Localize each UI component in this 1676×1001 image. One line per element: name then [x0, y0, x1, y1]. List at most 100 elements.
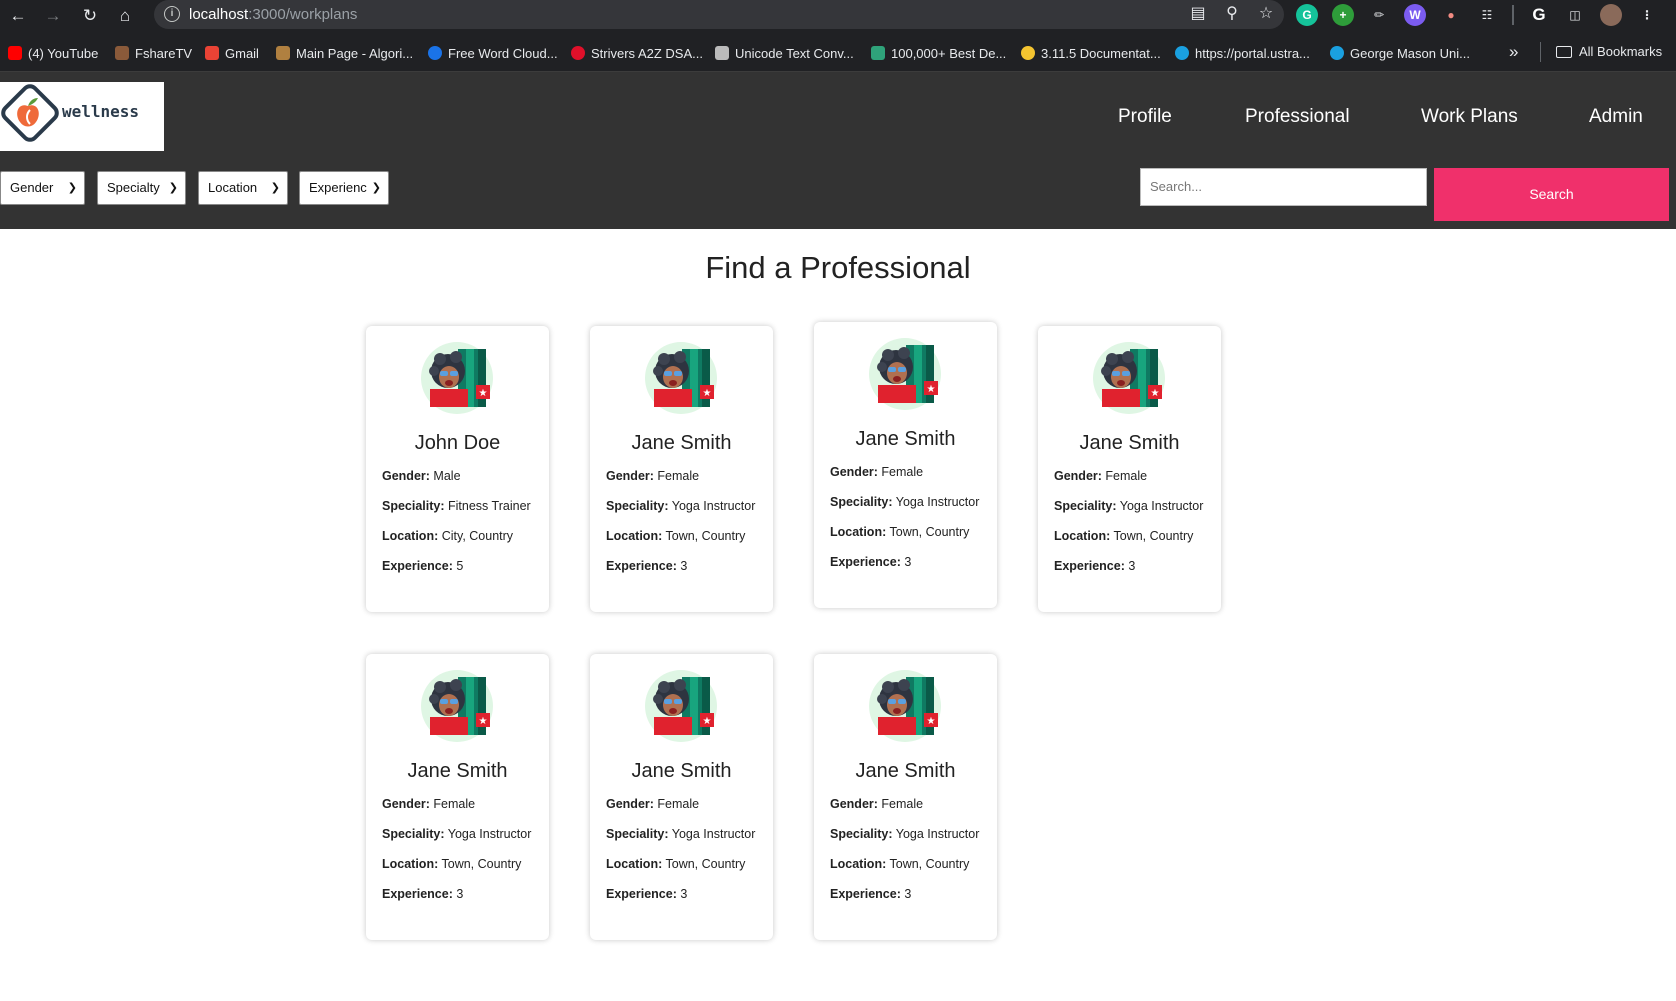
- avatar: ★: [420, 669, 494, 743]
- experience-row: Experience: 5: [382, 559, 463, 573]
- bookmark-george-mason[interactable]: George Mason Uni...: [1330, 44, 1470, 62]
- professional-name: Jane Smith: [631, 432, 732, 454]
- specialty-filter-value: Specialty: [107, 180, 160, 195]
- professional-card[interactable]: ★ Jane Smith Gender: Female Speciality: …: [590, 326, 773, 612]
- experience-filter-select[interactable]: Experienc ❯: [299, 171, 389, 205]
- pen-extension-icon[interactable]: ✏: [1368, 4, 1390, 26]
- avatar: ★: [420, 341, 494, 415]
- gender-label: Gender:: [830, 797, 878, 811]
- location-row: Location: Town, Country: [830, 525, 969, 539]
- svg-text:★: ★: [479, 388, 488, 399]
- zoom-icon[interactable]: ⚲: [1222, 4, 1242, 24]
- speciality-row: Speciality: Yoga Instructor: [830, 495, 979, 509]
- bookmark-best-designs[interactable]: 100,000+ Best De...: [871, 44, 1006, 62]
- nav-professional[interactable]: Professional: [1245, 106, 1350, 128]
- specialty-filter-select[interactable]: Specialty ❯: [97, 171, 186, 205]
- bookmark-python-docs[interactable]: 3.11.5 Documentat...: [1021, 44, 1161, 62]
- capsule-extension-icon[interactable]: ●: [1440, 4, 1462, 26]
- avatar: ★: [644, 669, 718, 743]
- grammarly-extension-icon[interactable]: G: [1296, 4, 1318, 26]
- speciality-label: Speciality:: [1054, 499, 1117, 513]
- salesforce-cloud-icon: [1330, 46, 1344, 60]
- extensions-puzzle-icon[interactable]: ☷: [1476, 4, 1498, 26]
- gender-row: Gender: Female: [606, 797, 699, 811]
- search-input[interactable]: Search...: [1140, 168, 1427, 206]
- svg-text:★: ★: [927, 384, 936, 395]
- gmail-icon: [205, 46, 219, 60]
- strivers-icon: [571, 46, 585, 60]
- speciality-label: Speciality:: [606, 499, 669, 513]
- professional-card[interactable]: ★ Jane Smith Gender: Female Speciality: …: [814, 322, 997, 608]
- gender-row: Gender: Female: [830, 797, 923, 811]
- location-row: Location: Town, Country: [830, 857, 969, 871]
- more-bookmarks-icon[interactable]: »: [1509, 42, 1518, 62]
- professional-card[interactable]: ★ Jane Smith Gender: Female Speciality: …: [366, 654, 549, 940]
- speciality-row: Speciality: Yoga Instructor: [606, 499, 755, 513]
- plus-extension-icon[interactable]: +: [1332, 4, 1354, 26]
- professional-name: Jane Smith: [407, 760, 508, 782]
- gender-row: Gender: Male: [382, 469, 461, 483]
- gender-label: Gender:: [1054, 469, 1102, 483]
- bookmark-star-icon[interactable]: ☆: [1256, 4, 1276, 24]
- experience-row: Experience: 3: [830, 555, 911, 569]
- professional-card[interactable]: ★ Jane Smith Gender: Female Speciality: …: [590, 654, 773, 940]
- back-icon[interactable]: ←: [6, 4, 30, 28]
- nav-admin[interactable]: Admin: [1589, 106, 1643, 128]
- forward-icon[interactable]: →: [41, 4, 65, 28]
- professional-card[interactable]: ★ John Doe Gender: Male Speciality: Fitn…: [366, 326, 549, 612]
- gender-filter-select[interactable]: Gender ❯: [0, 171, 85, 205]
- nav-work-plans[interactable]: Work Plans: [1421, 106, 1518, 128]
- bookmark-unicode[interactable]: Unicode Text Conv...: [715, 44, 854, 62]
- address-bar[interactable]: i localhost:3000/workplans ▤ ⚲ ☆: [154, 0, 1284, 29]
- location-label: Location:: [830, 525, 887, 539]
- youtube-icon: [8, 46, 22, 60]
- logo[interactable]: wellness: [0, 82, 164, 151]
- bookmark-portal[interactable]: https://portal.ustra...: [1175, 44, 1310, 62]
- location-label: Location:: [606, 529, 663, 543]
- experience-label: Experience:: [606, 559, 677, 573]
- bookmark-youtube[interactable]: (4) YouTube: [8, 44, 98, 62]
- speciality-row: Speciality: Fitness Trainer: [382, 499, 531, 513]
- speciality-label: Speciality:: [830, 827, 893, 841]
- bookmark-algorithms[interactable]: Main Page - Algori...: [276, 44, 413, 62]
- home-icon[interactable]: ⌂: [113, 4, 137, 28]
- bookmark-word-cloud[interactable]: Free Word Cloud...: [428, 44, 558, 62]
- speciality-label: Speciality:: [606, 827, 669, 841]
- menu-kebab-icon[interactable]: ⋮: [1636, 4, 1658, 26]
- bookmark-fsharetv[interactable]: FshareTV: [115, 44, 192, 62]
- google-icon[interactable]: G: [1528, 4, 1550, 26]
- bookmark-label: FshareTV: [135, 45, 193, 61]
- install-app-icon[interactable]: ▤: [1188, 4, 1208, 24]
- location-row: Location: City, Country: [382, 529, 513, 543]
- speciality-value: Yoga Instructor: [895, 495, 980, 509]
- peach-logo-icon: [1, 84, 59, 142]
- nav-profile[interactable]: Profile: [1118, 106, 1172, 128]
- site-info-icon[interactable]: i: [164, 6, 180, 22]
- side-panel-icon[interactable]: ◫: [1564, 4, 1586, 26]
- url-text[interactable]: localhost:3000/workplans: [189, 6, 357, 23]
- search-button[interactable]: Search: [1434, 168, 1669, 221]
- bookmark-strivers[interactable]: Strivers A2Z DSA...: [571, 44, 703, 62]
- gender-value: Female: [1105, 469, 1148, 483]
- gender-filter-value: Gender: [10, 180, 54, 195]
- experience-row: Experience: 3: [830, 887, 911, 901]
- gender-value: Female: [657, 469, 700, 483]
- reload-icon[interactable]: ↻: [78, 4, 102, 28]
- professional-card[interactable]: ★ Jane Smith Gender: Female Speciality: …: [1038, 326, 1221, 612]
- speciality-label: Speciality:: [830, 495, 893, 509]
- professional-name: Jane Smith: [1079, 432, 1180, 454]
- location-row: Location: Town, Country: [606, 529, 745, 543]
- all-bookmarks-button[interactable]: All Bookmarks: [1556, 44, 1662, 59]
- bookmark-gmail[interactable]: Gmail: [205, 44, 259, 62]
- gender-row: Gender: Female: [382, 797, 475, 811]
- w-extension-icon[interactable]: W: [1404, 4, 1426, 26]
- professional-card[interactable]: ★ Jane Smith Gender: Female Speciality: …: [814, 654, 997, 940]
- experience-value: 3: [904, 555, 912, 569]
- profile-avatar[interactable]: [1600, 4, 1622, 26]
- location-value: Town, Country: [889, 525, 970, 539]
- location-row: Location: Town, Country: [382, 857, 521, 871]
- location-filter-select[interactable]: Location ❯: [198, 171, 288, 205]
- location-value: Town, Country: [441, 857, 522, 871]
- location-value: Town, Country: [665, 529, 746, 543]
- app-header: wellness Profile Professional Work Plans…: [0, 72, 1676, 229]
